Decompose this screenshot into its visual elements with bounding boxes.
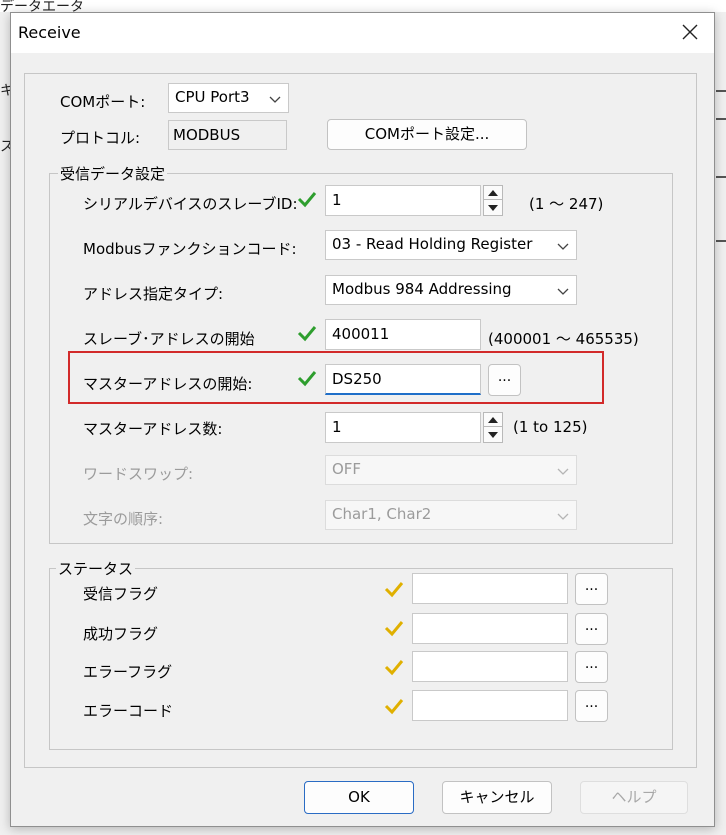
chevron-down-icon — [557, 288, 569, 295]
caret-down-icon — [488, 432, 498, 438]
master-count-input[interactable]: 1 — [325, 412, 481, 443]
dialog-title: Receive — [18, 23, 81, 42]
chevron-down-icon — [269, 96, 281, 103]
error-flag-browse-button[interactable]: ... — [575, 651, 608, 683]
title-bar: Receive — [11, 13, 714, 53]
error-code-browse-button[interactable]: ... — [575, 690, 608, 722]
slave-start-range: (400001 ～ 465535) — [488, 330, 639, 348]
caret-up-icon — [488, 417, 498, 423]
cancel-button[interactable]: キャンセル — [442, 781, 552, 814]
slave-id-spinner[interactable] — [483, 185, 503, 216]
slave-start-label: スレーブ･アドレスの開始 — [83, 330, 255, 348]
chevron-down-icon — [557, 513, 569, 520]
background-line — [716, 176, 726, 178]
master-start-input[interactable]: DS250 — [325, 364, 481, 395]
background-line — [716, 240, 726, 242]
close-icon[interactable] — [680, 22, 700, 42]
master-count-range: (1 to 125) — [513, 418, 588, 436]
check-icon — [384, 699, 404, 715]
error-flag-label: エラーフラグ — [83, 663, 173, 681]
slave-id-label: シリアルデバイスのスレーブID: — [83, 195, 298, 213]
check-icon — [384, 582, 404, 598]
com-port-settings-button[interactable]: COMポート設定... — [327, 119, 527, 150]
receive-flag-browse-button[interactable]: ... — [575, 573, 608, 605]
error-code-label: エラーコード — [83, 702, 174, 720]
spin-up-button[interactable] — [484, 413, 502, 427]
check-icon — [297, 192, 317, 208]
master-start-label: マスターアドレスの開始: — [83, 375, 253, 393]
slave-id-input[interactable]: 1 — [325, 185, 481, 216]
receive-settings-title: 受信データ設定 — [58, 163, 168, 184]
background-line — [716, 90, 726, 92]
chevron-down-icon — [557, 468, 569, 475]
com-port-label: COMポート: — [60, 93, 146, 111]
master-count-label: マスターアドレス数: — [83, 420, 223, 438]
background-window — [0, 0, 726, 12]
char-order-select[interactable]: Char1, Char2 — [325, 500, 577, 530]
check-icon — [297, 371, 317, 387]
success-flag-input[interactable] — [412, 613, 568, 644]
slave-id-range: (1 ～ 247) — [529, 195, 604, 213]
success-flag-label: 成功フラグ — [83, 625, 159, 643]
word-swap-select[interactable]: OFF — [325, 455, 577, 485]
chevron-down-icon — [557, 243, 569, 250]
master-start-browse-button[interactable]: ... — [488, 364, 521, 396]
spin-up-button[interactable] — [484, 186, 502, 200]
address-type-select[interactable]: Modbus 984 Addressing — [325, 275, 577, 305]
protocol-value: MODBUS — [168, 120, 287, 150]
slave-start-input[interactable]: 400011 — [325, 319, 481, 350]
receive-flag-input[interactable] — [412, 573, 568, 604]
protocol-label: プロトコル: — [60, 129, 141, 147]
receive-dialog: Receive COMポート: CPU Port3 プロトコル: MODBUS … — [10, 12, 715, 827]
char-order-label: 文字の順序: — [83, 510, 164, 528]
function-code-label: Modbusファンクションコード: — [83, 240, 297, 258]
background-line — [716, 118, 726, 120]
spin-down-button[interactable] — [484, 201, 502, 215]
address-type-label: アドレス指定タイプ: — [83, 285, 224, 303]
ok-button[interactable]: OK — [304, 781, 414, 814]
success-flag-browse-button[interactable]: ... — [575, 613, 608, 645]
com-port-select[interactable]: CPU Port3 — [168, 83, 289, 113]
word-swap-label: ワードスワップ: — [83, 465, 194, 483]
status-title: ステータス — [56, 558, 136, 579]
function-code-select[interactable]: 03 - Read Holding Register — [325, 230, 577, 260]
check-icon — [297, 326, 317, 342]
check-icon — [384, 621, 404, 637]
check-icon — [384, 660, 404, 676]
caret-down-icon — [488, 205, 498, 211]
caret-up-icon — [488, 190, 498, 196]
master-count-spinner[interactable] — [483, 412, 503, 443]
error-code-input[interactable] — [412, 690, 568, 721]
spin-down-button[interactable] — [484, 428, 502, 442]
error-flag-input[interactable] — [412, 651, 568, 682]
help-button[interactable]: ヘルプ — [580, 781, 688, 814]
receive-flag-label: 受信フラグ — [83, 585, 159, 603]
